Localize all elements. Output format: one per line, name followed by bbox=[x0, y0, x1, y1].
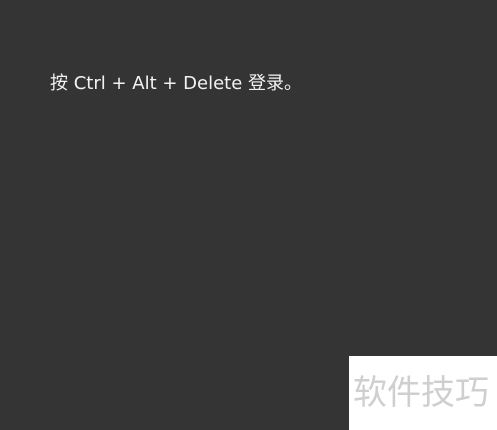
windows-lock-screen: 按 Ctrl + Alt + Delete 登录。 软件技巧 bbox=[0, 0, 497, 430]
watermark-text: 软件技巧 bbox=[353, 373, 489, 413]
watermark-box: 软件技巧 bbox=[349, 356, 497, 430]
login-instruction: 按 Ctrl + Alt + Delete 登录。 bbox=[50, 73, 303, 94]
